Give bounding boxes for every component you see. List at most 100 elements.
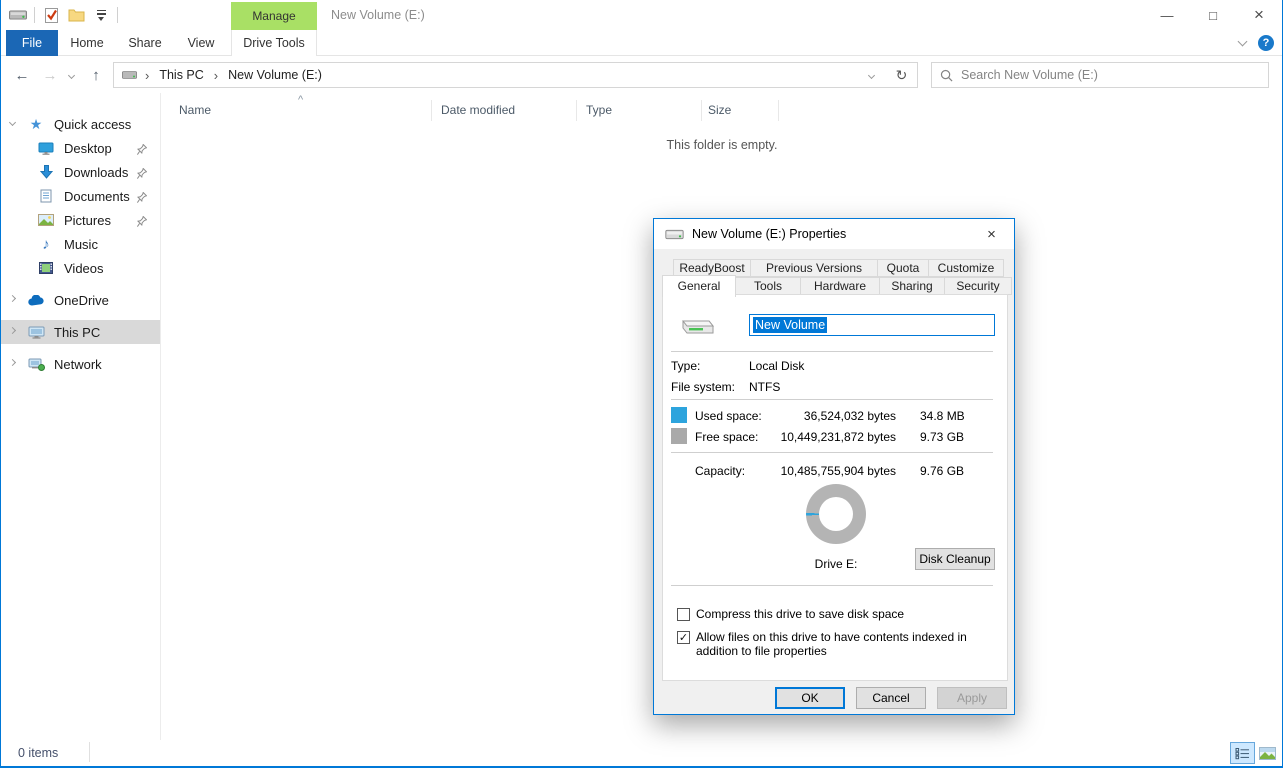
videos-icon [37,262,55,274]
contextual-group-manage[interactable]: Manage [231,2,317,30]
free-space-label: Free space: [695,430,758,444]
general-tab-panel: New Volume Type: Local Disk File system:… [662,294,1008,681]
used-space-bytes: 36,524,032 bytes [804,409,896,423]
sidebar-item-downloads[interactable]: Downloads [1,160,160,184]
address-dropdown-icon[interactable] [856,62,887,88]
used-space-label: Used space: [695,409,762,423]
breadcrumb-current[interactable]: New Volume (E:) [226,68,324,82]
sidebar-item-onedrive[interactable]: OneDrive [1,288,160,312]
sidebar-item-documents[interactable]: Documents [1,184,160,208]
file-explorer-window: Manage New Volume (E:) — □ × File Home S… [0,0,1283,768]
quick-access-toolbar [9,0,118,30]
index-checkbox[interactable]: ✓ [677,631,690,644]
used-space-size: 34.8 MB [920,409,965,423]
title-bar: Manage New Volume (E:) — □ × [1,0,1282,30]
tab-tools[interactable]: Tools [735,277,801,295]
documents-icon [37,189,55,203]
onedrive-cloud-icon [27,295,45,306]
help-icon[interactable]: ? [1258,35,1274,51]
column-header-date-modified[interactable]: Date modified [441,103,515,117]
tab-security[interactable]: Security [944,277,1012,295]
column-header-size[interactable]: Size [708,103,731,117]
customize-toolbar-icon[interactable] [92,5,110,25]
empty-folder-message: This folder is empty. [162,138,1282,152]
index-checkbox-label[interactable]: Allow files on this drive to have conten… [696,630,1004,658]
breadcrumb-separator[interactable]: › [212,68,220,83]
pin-icon [137,143,147,158]
new-folder-icon[interactable] [67,5,85,25]
properties-icon[interactable] [42,5,60,25]
tab-previous-versions[interactable]: Previous Versions [750,259,878,277]
sidebar-item-this-pc[interactable]: This PC [1,320,160,344]
dialog-close-icon[interactable]: × [969,219,1014,249]
recent-locations-icon[interactable] [63,64,79,86]
item-count: 0 items [18,746,58,760]
music-icon: ♪ [37,236,55,253]
window-title: New Volume (E:) [331,0,425,30]
sidebar-item-desktop[interactable]: Desktop [1,136,160,160]
pin-icon [137,191,147,206]
sidebar-item-network[interactable]: Network [1,352,160,376]
close-button[interactable]: × [1236,0,1282,30]
capacity-label: Capacity: [695,464,745,478]
breadcrumb[interactable]: › This PC › New Volume (E:) [113,62,857,88]
tab-general[interactable]: General [662,275,736,297]
ribbon-tab-row: File Home Share View Drive Tools ? [1,30,1282,56]
type-value: Local Disk [749,359,804,373]
thumbnail-view-button[interactable] [1255,742,1280,764]
sidebar-item-videos[interactable]: Videos [1,256,160,280]
tab-hardware[interactable]: Hardware [800,277,880,295]
column-header-type[interactable]: Type [586,103,612,117]
back-button[interactable]: ← [11,64,33,86]
toolbar-separator [34,7,35,23]
drive-icon[interactable] [9,5,27,25]
tab-drive-tools[interactable]: Drive Tools [231,30,317,56]
tab-customize[interactable]: Customize [928,259,1004,277]
sidebar-item-pictures[interactable]: Pictures [1,208,160,232]
tab-file[interactable]: File [6,30,58,56]
compress-checkbox-label[interactable]: Compress this drive to save disk space [696,607,904,621]
apply-button[interactable]: Apply [937,687,1007,709]
free-space-size: 9.73 GB [920,430,964,444]
sort-ascending-icon[interactable]: ^ [298,94,303,106]
breadcrumb-separator[interactable]: › [143,68,151,83]
chevron-down-icon[interactable] [9,119,16,126]
search-input[interactable] [961,68,1260,82]
tab-share[interactable]: Share [119,30,171,56]
tab-quota[interactable]: Quota [877,259,929,277]
collapse-ribbon-icon[interactable] [1238,37,1248,47]
forward-button[interactable]: → [39,64,61,86]
chevron-right-icon[interactable] [9,327,16,334]
breadcrumb-this-pc[interactable]: This PC [157,68,205,82]
details-view-button[interactable] [1230,742,1255,764]
volume-drive-icon [681,313,715,340]
location-drive-icon [122,70,137,80]
column-header-name[interactable]: Name [179,103,211,117]
tab-sharing[interactable]: Sharing [879,277,945,295]
pin-icon [137,167,147,182]
search-icon [940,69,953,82]
quick-access-star-icon: ★ [27,116,45,133]
cancel-button[interactable]: Cancel [856,687,926,709]
ribbon-right-controls: ? [1239,30,1274,56]
compress-checkbox[interactable] [677,608,690,621]
volume-label-input[interactable]: New Volume [749,314,995,336]
filesystem-label: File system: [671,380,735,394]
disk-cleanup-button[interactable]: Disk Cleanup [915,548,995,570]
tab-home[interactable]: Home [61,30,113,56]
chevron-right-icon[interactable] [9,359,16,366]
chevron-right-icon[interactable] [9,295,16,302]
ok-button[interactable]: OK [775,687,845,709]
free-space-bytes: 10,449,231,872 bytes [781,430,896,444]
this-pc-icon [27,326,45,339]
address-bar-row: ← → ↑ › This PC › New Volume (E:) ↻ [1,57,1282,93]
sidebar-item-quick-access[interactable]: ★ Quick access [1,112,160,136]
dialog-title: New Volume (E:) Properties [692,227,846,241]
minimize-button[interactable]: — [1144,0,1190,30]
tab-view[interactable]: View [175,30,227,56]
used-space-swatch [671,407,687,423]
sidebar-item-music[interactable]: ♪ Music [1,232,160,256]
refresh-icon[interactable]: ↻ [886,62,918,88]
maximize-button[interactable]: □ [1190,0,1236,30]
up-button[interactable]: ↑ [85,64,107,86]
